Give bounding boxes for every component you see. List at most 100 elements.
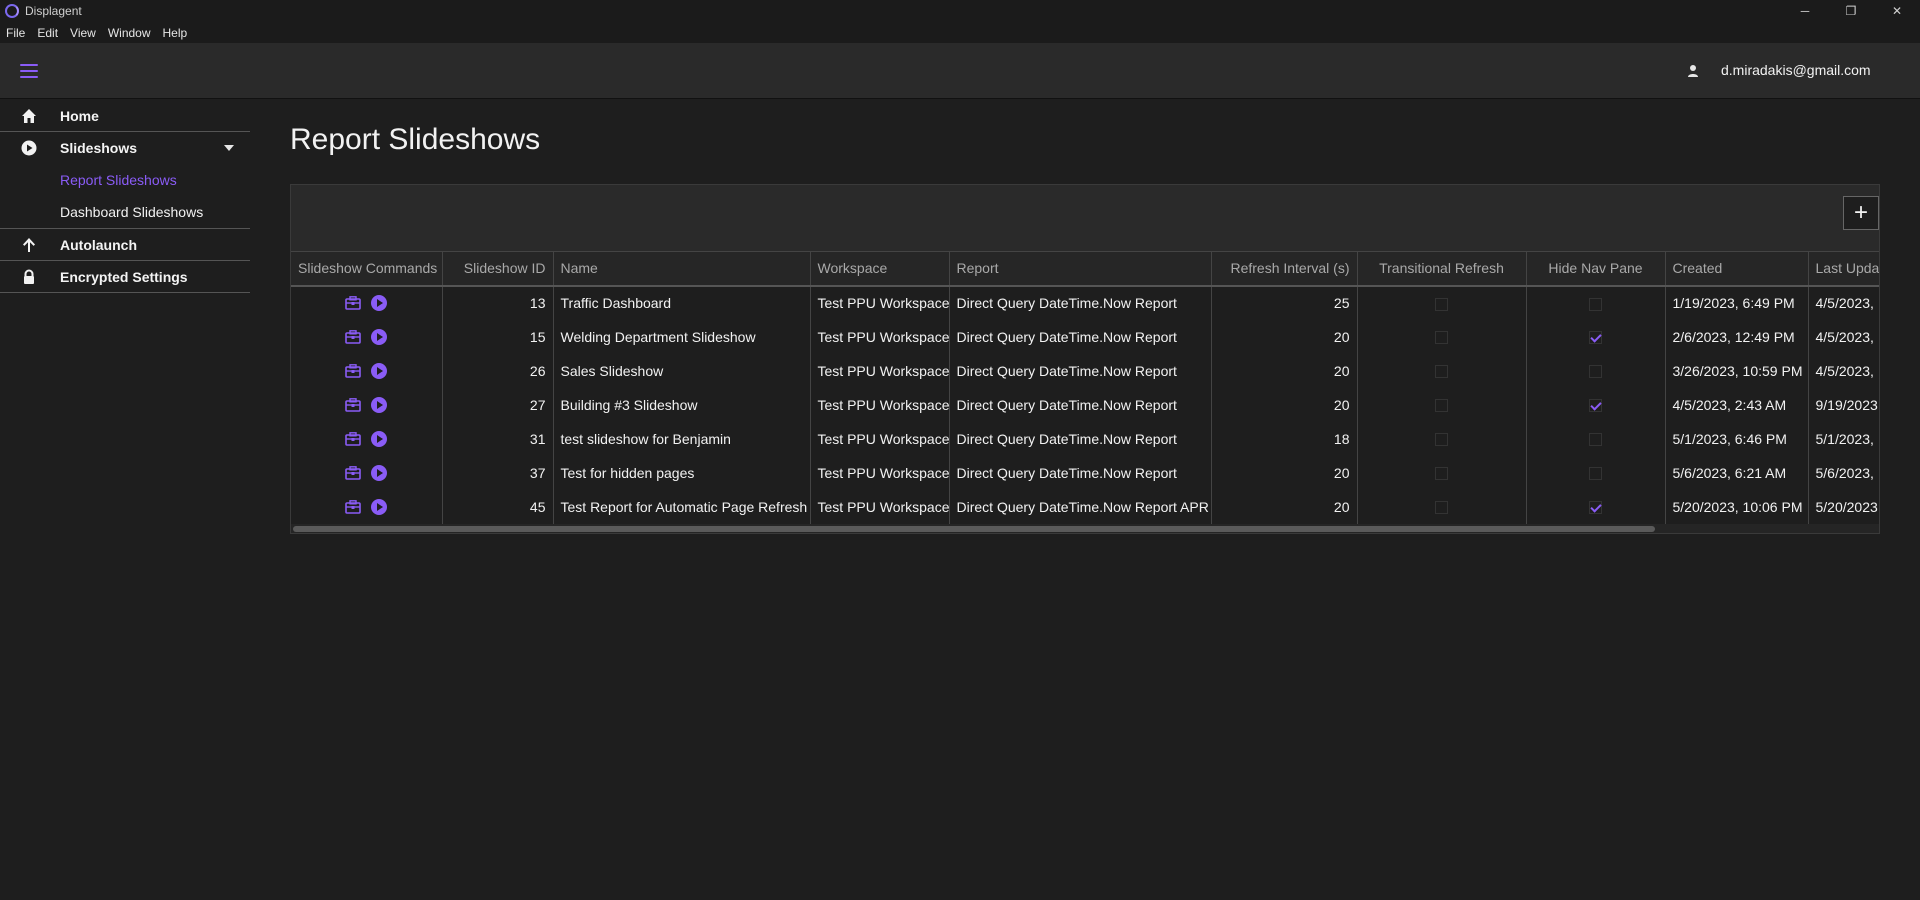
sidebar-item-autolaunch[interactable]: Autolaunch: [0, 229, 250, 261]
hide-nav-pane-checkbox[interactable]: [1589, 297, 1602, 311]
cell-id: 27: [442, 387, 554, 422]
home-icon: [22, 109, 36, 123]
menu-view[interactable]: View: [64, 26, 102, 40]
cell-refresh-interval: 20: [1211, 387, 1358, 422]
menu-edit[interactable]: Edit: [31, 26, 64, 40]
cell-commands: [291, 285, 443, 320]
transitional-refresh-checkbox[interactable]: [1435, 399, 1448, 413]
add-slideshow-button[interactable]: +: [1843, 196, 1879, 230]
table-row[interactable]: 37 Test for hidden pages Test PPU Worksp…: [291, 455, 1879, 490]
column-header-hide-nav-pane[interactable]: Hide Nav Pane: [1526, 251, 1666, 287]
close-button[interactable]: ✕: [1874, 0, 1920, 22]
chevron-down-icon[interactable]: [224, 145, 234, 151]
sidebar-item-slideshows[interactable]: Slideshows: [0, 132, 250, 164]
grid-toolbar: +: [291, 185, 1879, 251]
hide-nav-pane-checkbox[interactable]: [1589, 365, 1602, 379]
cell-commands: [291, 319, 443, 354]
cell-name: Test for hidden pages: [553, 455, 811, 490]
sidebar-group-slideshows: Slideshows Report Slideshows Dashboard S…: [0, 132, 250, 229]
cell-refresh-interval: 25: [1211, 285, 1358, 320]
edit-slideshow-icon[interactable]: [345, 397, 362, 412]
edit-slideshow-icon[interactable]: [345, 499, 362, 514]
page-title: Report Slideshows: [290, 123, 541, 156]
table-row[interactable]: 26 Sales Slideshow Test PPU Workspace Di…: [291, 353, 1879, 388]
play-slideshow-icon[interactable]: [371, 464, 388, 481]
play-slideshow-icon[interactable]: [371, 430, 388, 447]
cell-id: 15: [442, 319, 554, 354]
sidebar-item-encrypted-settings[interactable]: Encrypted Settings: [0, 261, 250, 293]
edit-slideshow-icon[interactable]: [345, 329, 362, 344]
sidebar-item-home[interactable]: Home: [0, 100, 250, 132]
minimize-button[interactable]: ─: [1782, 0, 1828, 22]
transitional-refresh-checkbox[interactable]: [1435, 331, 1448, 345]
column-header-last-updated[interactable]: Last Updat: [1808, 251, 1879, 287]
cell-hide-nav-pane: [1526, 387, 1666, 422]
cell-name: Traffic Dashboard: [553, 285, 811, 320]
cell-hide-nav-pane: [1526, 455, 1666, 490]
column-header-created[interactable]: Created: [1665, 251, 1809, 287]
hamburger-menu-icon[interactable]: [20, 64, 38, 78]
edit-slideshow-icon[interactable]: [345, 296, 362, 310]
play-slideshow-icon[interactable]: [371, 362, 388, 379]
cell-hide-nav-pane: [1526, 421, 1666, 456]
window-controls: ─ ❐ ✕: [1782, 0, 1920, 22]
hide-nav-pane-checkbox[interactable]: [1589, 399, 1602, 413]
edit-slideshow-icon[interactable]: [345, 431, 362, 446]
play-slideshow-icon[interactable]: [371, 396, 388, 413]
cell-refresh-interval: 20: [1211, 489, 1358, 524]
cell-last-updated: 4/5/2023,: [1808, 319, 1879, 354]
cell-hide-nav-pane: [1526, 285, 1666, 320]
cell-created: 1/19/2023, 6:49 PM: [1665, 285, 1809, 320]
cell-id: 13: [442, 285, 554, 320]
edit-slideshow-icon[interactable]: [345, 363, 362, 378]
play-slideshow-icon[interactable]: [371, 498, 388, 515]
column-header-workspace[interactable]: Workspace: [810, 251, 950, 287]
horizontal-scrollbar[interactable]: [293, 526, 1655, 532]
transitional-refresh-checkbox[interactable]: [1435, 501, 1448, 515]
column-header-report[interactable]: Report: [949, 251, 1212, 287]
cell-name: Test Report for Automatic Page Refresh: [553, 489, 811, 524]
edit-slideshow-icon[interactable]: [345, 465, 362, 480]
table-row[interactable]: 27 Building #3 Slideshow Test PPU Worksp…: [291, 387, 1879, 422]
column-header-id[interactable]: Slideshow ID: [442, 251, 554, 287]
user-email[interactable]: d.miradakis@gmail.com: [1721, 62, 1871, 78]
play-slideshow-icon[interactable]: [371, 295, 388, 311]
sidebar-item-report-slideshows[interactable]: Report Slideshows: [0, 164, 250, 196]
cell-hide-nav-pane: [1526, 319, 1666, 354]
transitional-refresh-checkbox[interactable]: [1435, 365, 1448, 379]
play-circle-icon: [21, 140, 37, 156]
cell-transitional-refresh: [1357, 421, 1527, 456]
cell-name: Building #3 Slideshow: [553, 387, 811, 422]
sidebar-item-dashboard-slideshows[interactable]: Dashboard Slideshows: [0, 196, 250, 228]
play-slideshow-icon[interactable]: [371, 328, 388, 345]
cell-refresh-interval: 20: [1211, 353, 1358, 388]
transitional-refresh-checkbox[interactable]: [1435, 467, 1448, 481]
column-header-refresh-interval[interactable]: Refresh Interval (s): [1211, 251, 1358, 287]
menu-help[interactable]: Help: [157, 26, 194, 40]
transitional-refresh-checkbox[interactable]: [1435, 297, 1448, 311]
cell-id: 37: [442, 455, 554, 490]
table-row[interactable]: 31 test slideshow for Benjamin Test PPU …: [291, 421, 1879, 456]
table-row[interactable]: 45 Test Report for Automatic Page Refres…: [291, 489, 1879, 524]
cell-commands: [291, 421, 443, 456]
app-logo-icon: [5, 4, 19, 18]
column-header-transitional-refresh[interactable]: Transitional Refresh: [1357, 251, 1527, 287]
column-header-name[interactable]: Name: [553, 251, 811, 287]
restore-button[interactable]: ❐: [1828, 0, 1874, 22]
cell-created: 5/6/2023, 6:21 AM: [1665, 455, 1809, 490]
hide-nav-pane-checkbox[interactable]: [1589, 467, 1602, 481]
column-header-commands[interactable]: Slideshow Commands: [291, 251, 443, 287]
table-row[interactable]: 13 Traffic Dashboard Test PPU Workspace …: [291, 285, 1879, 320]
menu-bar: File Edit View Window Help: [0, 22, 1920, 43]
hide-nav-pane-checkbox[interactable]: [1589, 501, 1602, 515]
cell-refresh-interval: 20: [1211, 455, 1358, 490]
menu-window[interactable]: Window: [102, 26, 157, 40]
transitional-refresh-checkbox[interactable]: [1435, 433, 1448, 447]
hide-nav-pane-checkbox[interactable]: [1589, 331, 1602, 345]
cell-id: 26: [442, 353, 554, 388]
sidebar-item-label: Home: [60, 107, 99, 124]
hide-nav-pane-checkbox[interactable]: [1589, 433, 1602, 447]
table-row[interactable]: 15 Welding Department Slideshow Test PPU…: [291, 319, 1879, 354]
menu-file[interactable]: File: [0, 26, 31, 40]
cell-workspace: Test PPU Workspace: [810, 489, 950, 524]
